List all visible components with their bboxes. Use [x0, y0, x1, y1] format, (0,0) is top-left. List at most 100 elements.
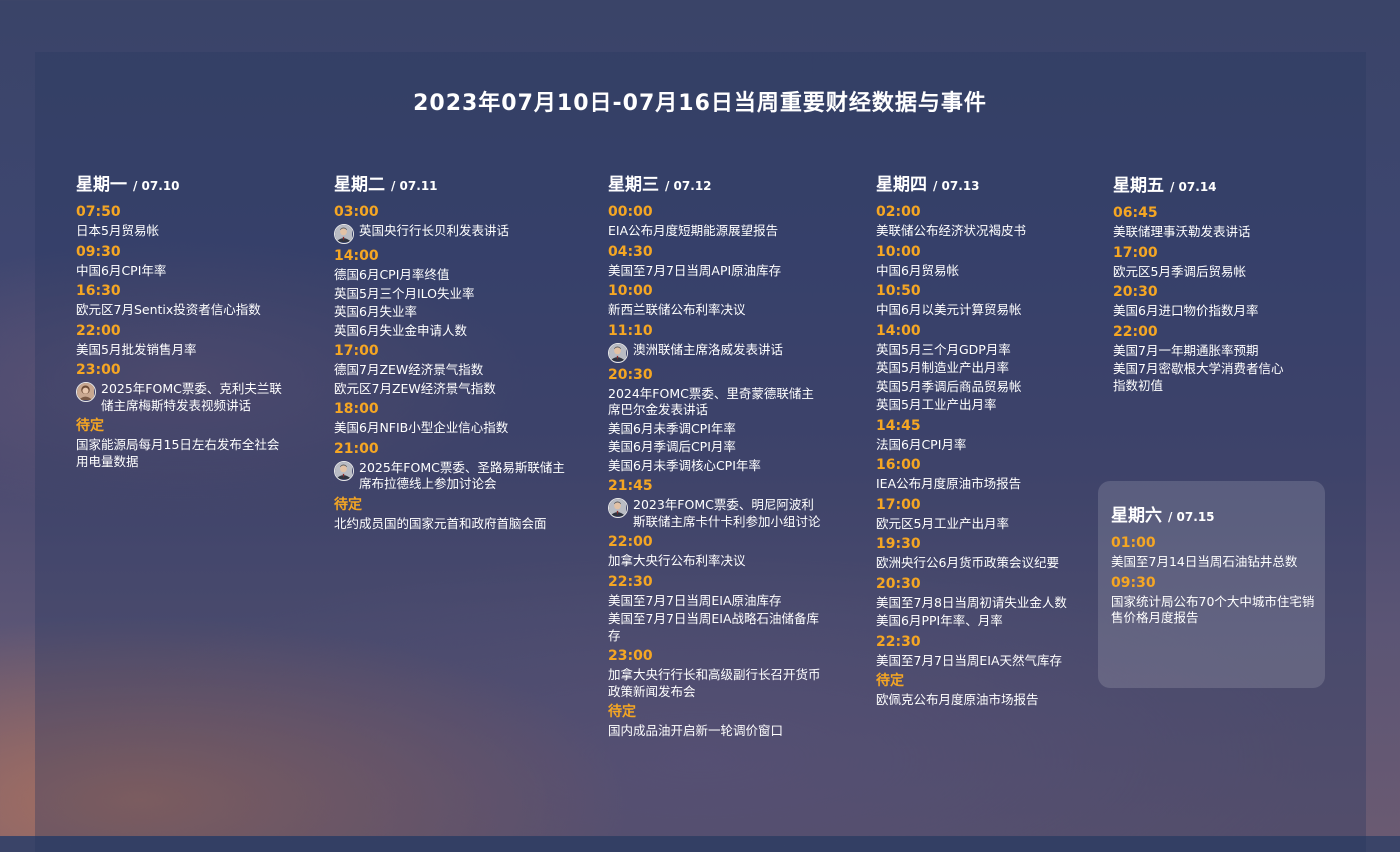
speaker-avatar-man: [608, 498, 628, 518]
event-time: 14:00: [876, 322, 921, 339]
day-header: 星期五 / 07.14: [1113, 174, 1288, 198]
event-time: 01:00: [1111, 535, 1156, 551]
event-entry: 22:00 美国7月一年期通胀率预期 美国7月密歇根大学消费者信心指数初值: [1113, 323, 1288, 395]
event-entry: 22:00 美国5月批发销售月率: [76, 322, 291, 359]
event-item-text: 2025年FOMC票委、圣路易斯联储主席布拉德线上参加讨论会: [359, 459, 565, 492]
event-item: 加拿大央行行长和高级副行长召开货币政策新闻发布会: [608, 667, 821, 699]
event-time: 21:45: [608, 478, 653, 494]
day-name: 星期四: [876, 175, 927, 195]
event-entry: 16:30 欧元区7月Sentix投资者信心指数: [76, 282, 291, 319]
event-time: 22:00: [608, 534, 653, 550]
event-item: 欧元区7月Sentix投资者信心指数: [76, 302, 261, 317]
event-entry: 21:00 2025年FOMC票委、圣路易斯联储主席布拉德线上参加讨论会: [334, 440, 574, 493]
event-item: 英国6月失业率: [334, 304, 417, 319]
day-header: 星期六 / 07.15: [1111, 504, 1321, 528]
event-time: 00:00: [608, 204, 653, 220]
event-entry: 21:45 2023年FOMC票委、明尼阿波利斯联储主席卡什卡利参加小组讨论: [608, 477, 823, 530]
day-date: / 07.15: [1168, 510, 1215, 524]
event-time: 22:00: [76, 322, 121, 339]
event-item: 美联储公布经济状况褐皮书: [876, 223, 1027, 238]
event-item: 美国6月NFIB小型企业信心指数: [334, 420, 509, 435]
event-entry: 待定 北约成员国的国家元首和政府首脑会面: [334, 496, 574, 533]
event-item: 2024年FOMC票委、里奇蒙德联储主席巴尔金发表讲话: [608, 385, 814, 418]
day-header: 星期三 / 07.12: [608, 173, 823, 197]
event-item: 美国6月未季调CPI年率: [608, 420, 736, 436]
event-time: 23:00: [608, 648, 653, 664]
event-entry: 14:00 英国5月三个月GDP月率 英国5月制造业产出月率 英国5月季调后商品贸易帐…: [876, 322, 1091, 414]
event-item: 美国6月季调后CPI月率: [608, 439, 736, 454]
event-entry: 10:00 中国6月贸易帐: [876, 243, 1091, 280]
day-name: 星期一: [76, 175, 127, 195]
day-date: / 07.12: [665, 179, 712, 193]
event-time: 待定: [76, 418, 104, 434]
event-entry: 02:00 美联储公布经济状况褐皮书: [876, 203, 1091, 240]
day-header: 星期一 / 07.10: [76, 173, 291, 197]
event-item: EIA公布月度短期能源展望报告: [608, 223, 779, 238]
event-time: 20:30: [608, 366, 653, 383]
day-column-fri: 星期五 / 07.14 06:45 美联储理事沃勒发表讲话 17:00 欧元区5月季调后贸…: [1113, 174, 1288, 397]
event-item: 欧洲央行公6月货币政策会议纪要: [876, 555, 1059, 570]
event-time: 待定: [608, 704, 636, 720]
event-item: 美国7月一年期通胀率预期: [1113, 342, 1259, 358]
event-item: 法国6月CPI月率: [876, 436, 967, 452]
event-entry: 20:30 2024年FOMC票委、里奇蒙德联储主席巴尔金发表讲话美国6月未季调C…: [608, 366, 823, 475]
speaker-avatar-man: [334, 460, 354, 481]
event-time: 10:50: [876, 283, 921, 299]
event-item: 美国至7月8日当周初请失业金人数: [876, 594, 1067, 610]
event-entry: 00:00 EIA公布月度短期能源展望报告: [608, 203, 823, 240]
day-column-tue: 星期二 / 07.11 03:00 英国央行行长贝利发表讲话 14:00 德国6月CPI月…: [334, 173, 574, 535]
event-item-text: 2023年FOMC票委、明尼阿波利斯联储主席卡什卡利参加小组讨论: [633, 497, 821, 529]
event-item: 美国至7月7日当周EIA天然气库存: [876, 652, 1063, 668]
event-time: 22:00: [1113, 323, 1158, 340]
event-entry: 14:00 德国6月CPI月率终值 英国5月三个月ILO失业率 英国6月失业率 英国6月…: [334, 247, 574, 339]
event-item: 欧元区5月季调后贸易帐: [1113, 263, 1246, 279]
event-entry: 11:10 澳洲联储主席洛威发表讲话: [608, 322, 823, 363]
day-date: / 07.10: [133, 179, 180, 193]
event-item: 2023年FOMC票委、明尼阿波利斯联储主席卡什卡利参加小组讨论: [608, 497, 823, 530]
event-time: 16:30: [76, 283, 121, 299]
event-item: 欧佩克公布月度原油市场报告: [876, 692, 1039, 707]
event-item: 美联储理事沃勒发表讲话: [1113, 224, 1251, 239]
event-item: 美国至7月7日当周API原油库存: [608, 262, 782, 278]
event-time: 待定: [876, 673, 904, 689]
event-entry: 23:00 2025年FOMC票委、克利夫兰联储主席梅斯特发表视频讲话: [76, 361, 291, 414]
event-entry: 19:30 欧洲央行公6月货币政策会议纪要: [876, 535, 1091, 572]
event-time: 11:10: [608, 322, 653, 339]
event-entry: 06:45 美联储理事沃勒发表讲话: [1113, 204, 1288, 241]
event-time: 19:30: [876, 536, 921, 552]
day-column-mon: 星期一 / 07.10 07:50 日本5月贸易帐 09:30 中国6月CPI年率 16:3…: [76, 173, 291, 473]
day-header: 星期四 / 07.13: [876, 173, 1091, 197]
event-item: 美国至7月7日当周EIA原油库存: [608, 592, 782, 608]
event-item: 英国5月三个月ILO失业率: [334, 285, 475, 301]
event-item: 美国6月PPI年率、月率: [876, 613, 1003, 628]
page-title: 2023年07月10日-07月16日当周重要财经数据与事件: [413, 91, 987, 116]
event-time: 16:00: [876, 457, 921, 473]
event-item: 欧元区5月工业产出月率: [876, 515, 1009, 531]
event-time: 17:00: [1113, 244, 1158, 261]
event-entry: 14:45 法国6月CPI月率: [876, 417, 1091, 454]
event-item: 国家能源局每月15日左右发布全社会用电量数据: [76, 437, 280, 469]
event-time: 20:30: [1113, 284, 1158, 300]
event-item: 美国至7月7日当周EIA战略石油储备库存: [608, 611, 820, 643]
event-entry: 04:30 美国至7月7日当周API原油库存: [608, 243, 823, 280]
event-time: 02:00: [876, 204, 921, 220]
event-item: 英国6月失业金申请人数: [334, 322, 467, 338]
event-entry: 17:00 德国7月ZEW经济景气指数 欧元区7月ZEW经济景气指数: [334, 342, 574, 397]
event-item-text: 澳洲联储主席洛威发表讲话: [633, 341, 784, 357]
event-entry: 10:50 中国6月以美元计算贸易帐: [876, 282, 1091, 319]
event-entry: 09:30 国家统计局公布70个大中城市住宅销售价格月度报告: [1111, 574, 1321, 627]
event-entry: 09:30 中国6月CPI年率: [76, 243, 291, 280]
speaker-avatar-woman: [76, 382, 96, 402]
event-time: 09:30: [1111, 574, 1156, 591]
day-column-thu: 星期四/ 07.13 02:00 美联储公布经济状况褐皮书 10:00 中国6月贸易帐 1…: [876, 173, 1091, 712]
event-item: 2025年FOMC票委、克利夫兰联储主席梅斯特发表视频讲话: [76, 381, 291, 414]
event-time: 10:00: [608, 283, 653, 299]
event-time: 14:45: [876, 417, 921, 434]
event-time: 09:30: [76, 243, 121, 260]
event-time: 17:00: [334, 343, 379, 359]
event-item: 欧元区7月ZEW经济景气指数: [334, 380, 496, 396]
event-item: 加拿大央行公布利率决议: [608, 553, 746, 568]
event-entry: 20:30 美国至7月8日当周初请失业金人数 美国6月PPI年率、月率: [876, 575, 1091, 630]
event-entry: 16:00 IEA公布月度原油市场报告: [876, 456, 1091, 493]
event-time: 06:45: [1113, 205, 1158, 221]
